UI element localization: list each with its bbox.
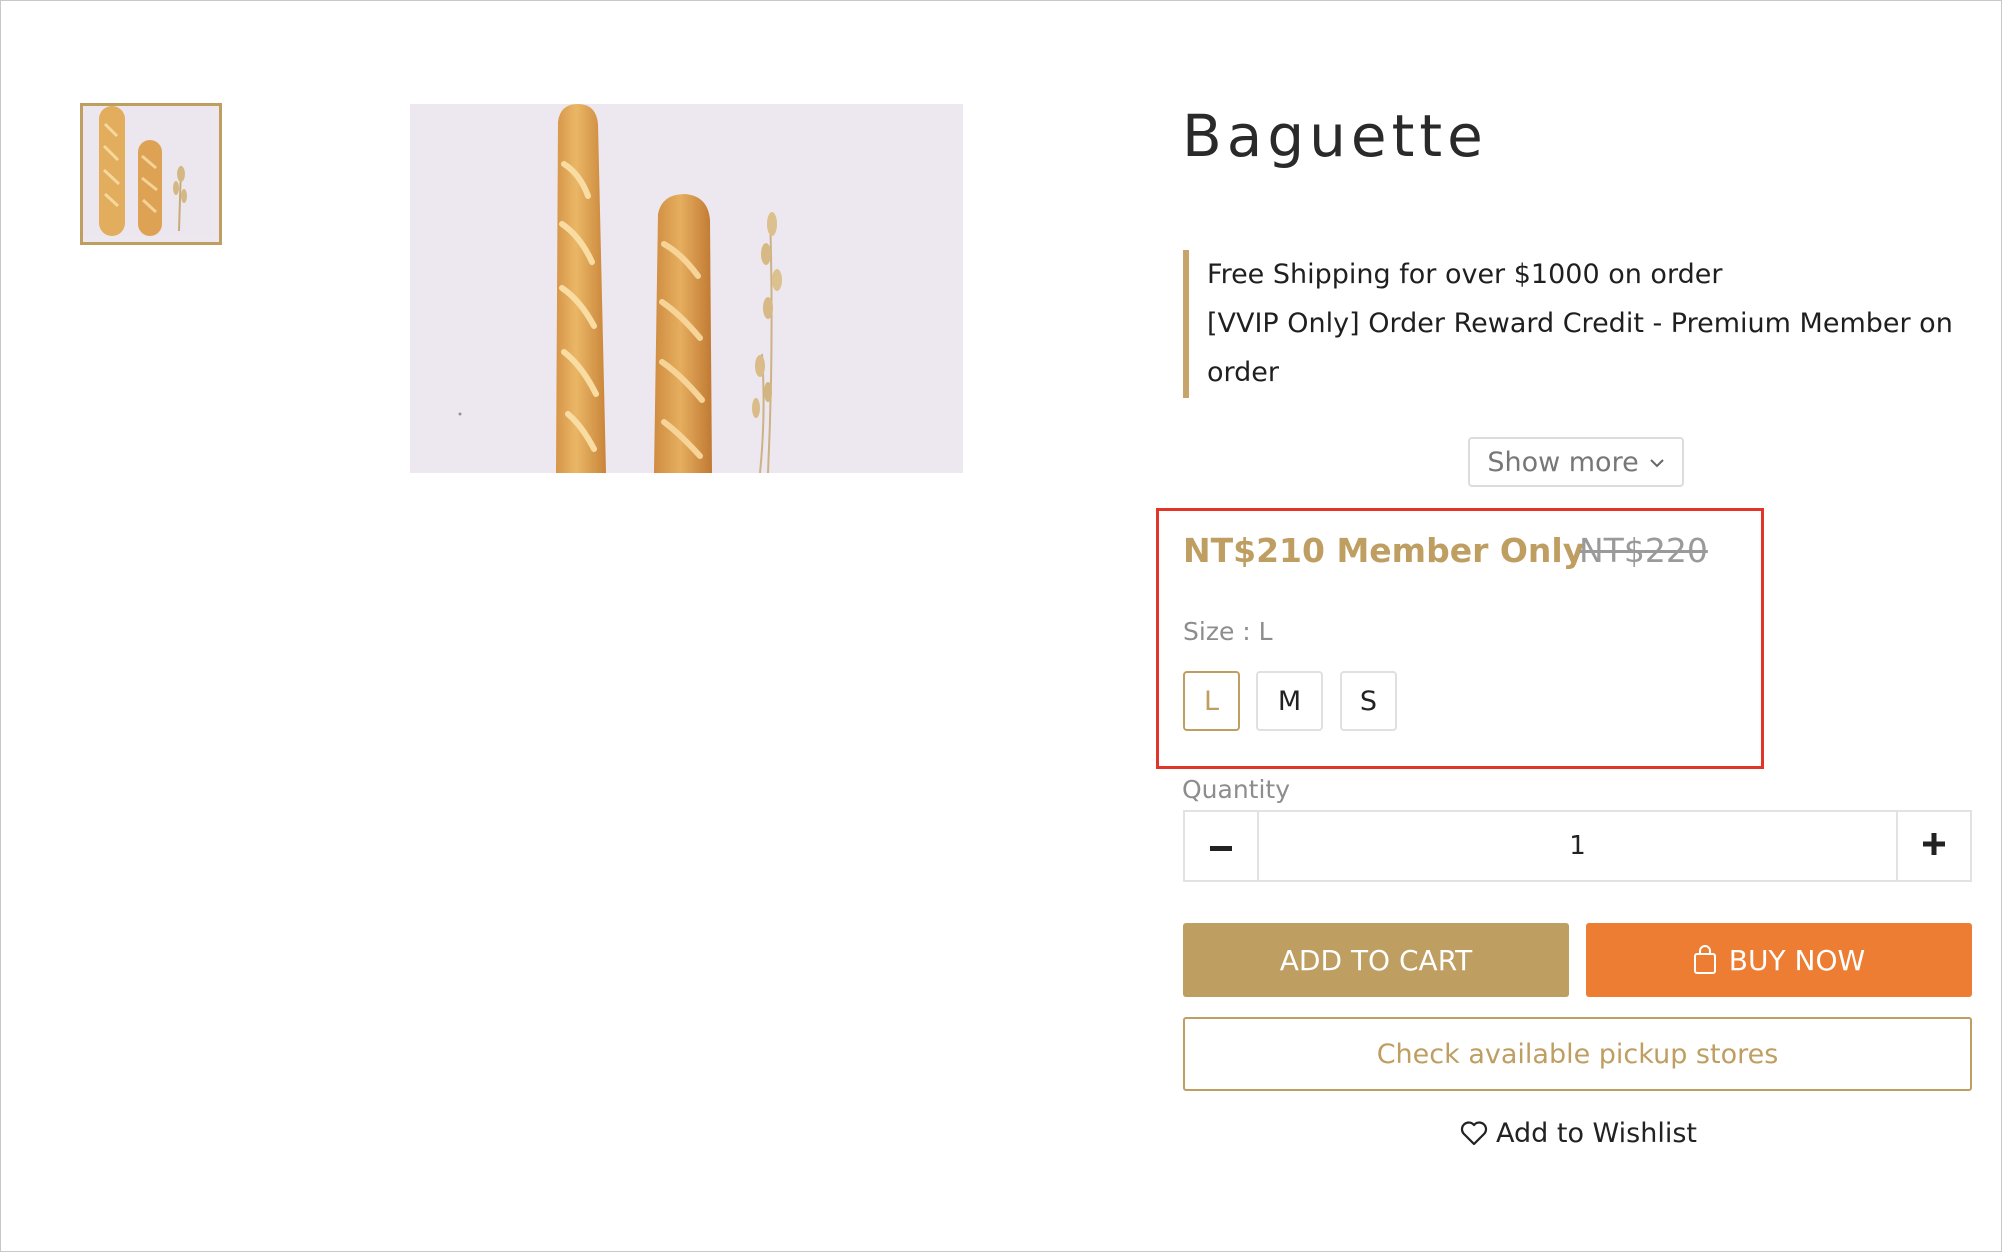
buy-now-button[interactable]: BUY NOW	[1586, 923, 1972, 997]
product-main-image	[410, 104, 963, 473]
check-pickup-stores-button[interactable]: Check available pickup stores	[1183, 1017, 1972, 1091]
baguette-thumbnail-image	[83, 106, 213, 236]
buy-now-label: BUY NOW	[1728, 943, 1866, 977]
promotion-notes: Free Shipping for over $1000 on order [V…	[1183, 250, 1973, 398]
chevron-down-icon	[1649, 452, 1665, 473]
promotion-line: Free Shipping for over $1000 on order	[1207, 259, 1723, 290]
size-label: Size : L	[1183, 617, 1273, 646]
size-option-l[interactable]: L	[1183, 671, 1240, 731]
promotion-line: [VVIP Only] Order Reward Credit - Premiu…	[1207, 308, 1953, 339]
product-title: Baguette	[1182, 102, 1488, 170]
minus-icon	[1210, 837, 1232, 856]
size-option-m[interactable]: M	[1256, 671, 1323, 731]
baguette-photo	[410, 104, 963, 473]
original-price: NT$220	[1579, 531, 1708, 570]
member-price: NT$210 Member Only	[1183, 531, 1585, 570]
heart-icon	[1460, 1120, 1488, 1146]
quantity-decrease-button[interactable]	[1185, 812, 1259, 880]
wishlist-label: Add to Wishlist	[1496, 1117, 1697, 1149]
product-thumbnail[interactable]	[80, 103, 222, 245]
quantity-input[interactable]	[1259, 812, 1896, 880]
quantity-stepper	[1183, 810, 1972, 882]
shopping-bag-icon	[1693, 945, 1717, 975]
quantity-increase-button[interactable]	[1896, 812, 1970, 880]
add-to-wishlist-link[interactable]: Add to Wishlist	[1460, 1113, 1697, 1153]
plus-icon	[1923, 833, 1945, 859]
show-more-label: Show more	[1487, 446, 1639, 478]
size-option-s[interactable]: S	[1340, 671, 1397, 731]
quantity-label: Quantity	[1182, 775, 1291, 804]
add-to-cart-button[interactable]: ADD TO CART	[1183, 923, 1569, 997]
show-more-button[interactable]: Show more	[1468, 437, 1684, 487]
promotion-line: order	[1207, 357, 1279, 388]
